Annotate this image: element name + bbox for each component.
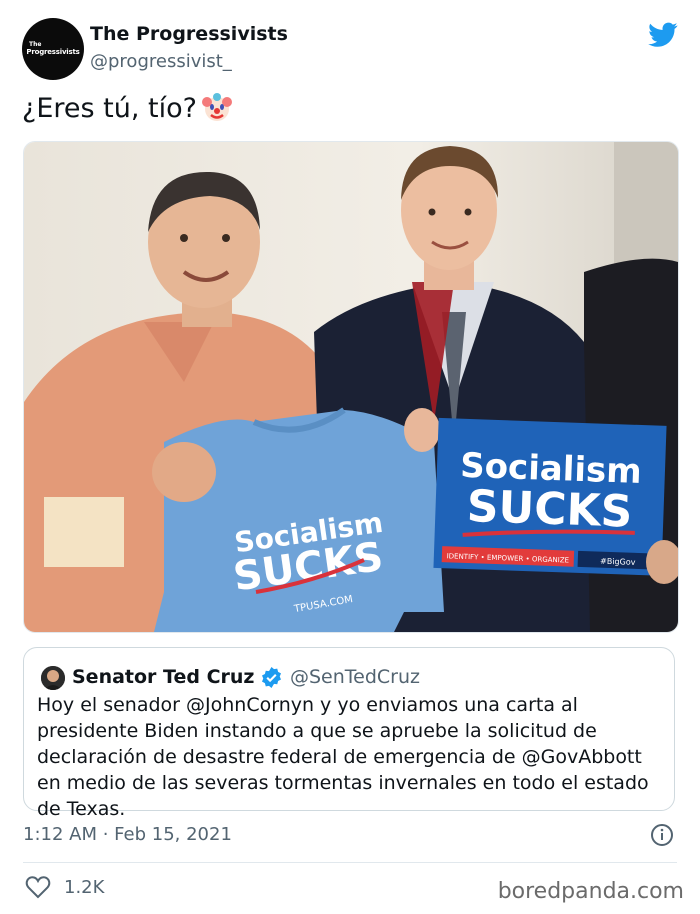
verified-badge-icon — [262, 666, 281, 689]
photo-illustration: Socialism SUCKS TPUSA.COM Socialism SUCK… — [24, 142, 678, 632]
like-count[interactable]: 1.2K — [64, 877, 104, 898]
tweet-photo[interactable]: Socialism SUCKS TPUSA.COM Socialism SUCK… — [23, 141, 679, 633]
tweet-text-content: ¿Eres tú, tío? — [22, 92, 197, 124]
quoted-tweet[interactable]: Senator Ted Cruz @SenTedCruz Hoy el sena… — [23, 647, 675, 820]
tweet-timestamp[interactable]: 1:12 AM · Feb 15, 2021 — [23, 824, 232, 845]
quoted-author-name[interactable]: Senator Ted Cruz — [72, 666, 254, 688]
author-name[interactable]: The Progressivists — [90, 23, 288, 45]
quoted-tweet-text: Hoy el senador @JohnCornyn y yo enviamos… — [37, 694, 649, 820]
author-handle[interactable]: @progressivist_ — [90, 51, 232, 72]
info-icon[interactable] — [650, 823, 674, 847]
heart-icon[interactable] — [25, 875, 51, 899]
avatar-text-brand: Progressivists — [26, 48, 80, 56]
clown-face-icon — [201, 93, 232, 121]
quoted-author-avatar[interactable] — [41, 666, 65, 690]
twitter-bird-icon[interactable] — [648, 22, 678, 48]
tweet-header: The Progressivists The Progressivists @p… — [22, 18, 682, 80]
author-avatar[interactable]: The Progressivists — [22, 18, 84, 80]
sign-badge: #BigGov — [600, 557, 636, 567]
sign-line2: SUCKS — [466, 481, 633, 538]
divider — [23, 862, 677, 863]
watermark: boredpanda.com — [497, 879, 684, 904]
tweet-text: ¿Eres tú, tío? — [22, 92, 233, 124]
quoted-author-handle[interactable]: @SenTedCruz — [290, 666, 420, 688]
